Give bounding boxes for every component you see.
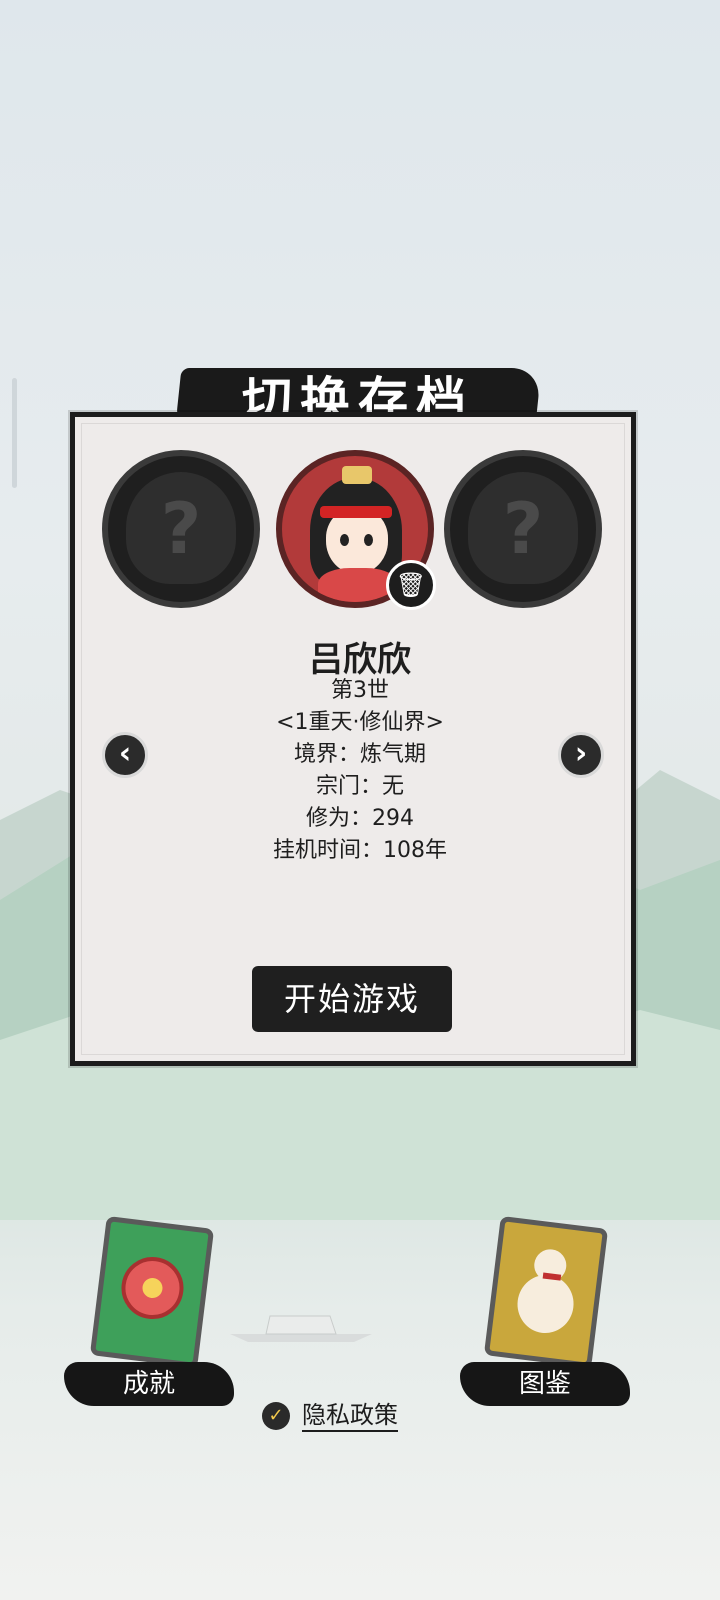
gourd-body — [514, 1271, 577, 1337]
start-game-button[interactable]: 开始游戏 — [252, 966, 452, 1032]
realm: 境界：炼气期 — [293, 742, 426, 767]
question-icon: ? — [160, 488, 202, 570]
world: <1重天·修仙界> — [276, 710, 444, 735]
question-icon: ? — [502, 488, 544, 570]
privacy-label[interactable]: 隐私政策 — [302, 1400, 398, 1432]
cultivation: 修为：294 — [306, 806, 414, 831]
save-slot-empty-right[interactable]: ? — [444, 450, 602, 608]
save-slot-empty-left[interactable]: ? — [102, 450, 260, 608]
chevron-right-icon[interactable]: › — [558, 732, 604, 778]
achievement-card[interactable] — [89, 1215, 215, 1369]
chevron-left-icon[interactable]: ‹ — [102, 732, 148, 778]
boat-icon — [230, 1315, 372, 1342]
character-eye — [364, 534, 373, 546]
check-icon[interactable]: ✓ — [262, 1402, 290, 1430]
achievement-label[interactable]: 成就 — [64, 1362, 234, 1406]
character-eye — [340, 534, 349, 546]
generation: 第3世 — [331, 678, 389, 703]
trash-icon[interactable]: 🗑 — [386, 560, 436, 610]
codex-card[interactable] — [483, 1215, 609, 1369]
sect: 宗门：无 — [315, 774, 404, 799]
character-crown — [342, 466, 372, 484]
character-headband — [320, 506, 392, 518]
flower-icon — [117, 1253, 188, 1323]
idle-time: 挂机时间：108年 — [273, 838, 447, 863]
scrollbar[interactable] — [12, 378, 17, 488]
codex-label[interactable]: 图鉴 — [460, 1362, 630, 1406]
